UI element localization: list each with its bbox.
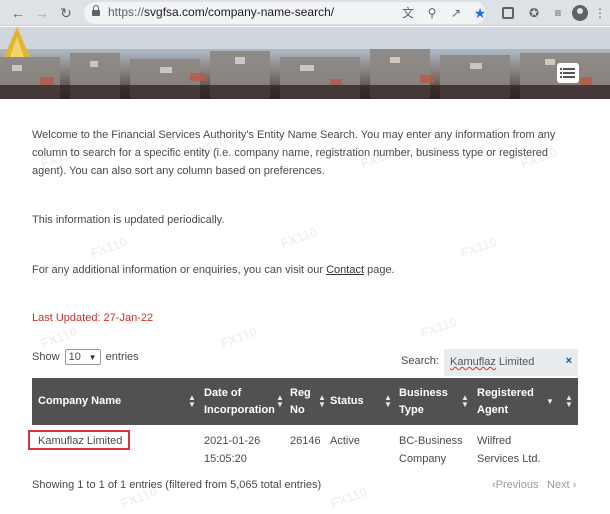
- watermark: FX110: [88, 234, 130, 261]
- city-skyline-image: [0, 27, 610, 99]
- browser-toolbar: ← → ↻ https://svgfsa.com/company-name-se…: [0, 0, 610, 26]
- contact-link[interactable]: Contact: [326, 264, 364, 276]
- watermark: FX110: [458, 234, 500, 261]
- page-size-value: 10: [68, 351, 81, 363]
- sort-icon[interactable]: ▲ ▼: [384, 394, 392, 409]
- col-reg-no[interactable]: Reg No: [290, 378, 318, 425]
- profile-icon[interactable]: [572, 5, 588, 21]
- table-info: Showing 1 to 1 of 1 entries (filtered fr…: [32, 479, 322, 491]
- col-company-name[interactable]: Company Name: [38, 378, 188, 425]
- page-size-select[interactable]: 10 ▼: [64, 349, 101, 365]
- sort-icon[interactable]: ▲ ▼: [318, 394, 326, 409]
- search-label: Search:: [401, 355, 439, 367]
- sort-icon[interactable]: ▲ ▼: [461, 394, 469, 409]
- col-status[interactable]: Status: [330, 378, 380, 425]
- cell-date: 2021-01-26 15:05:20: [204, 435, 261, 465]
- watermark: FX110: [278, 224, 320, 251]
- intro-paragraph: Welcome to the Financial Services Author…: [32, 129, 556, 177]
- watermark: FX110: [218, 324, 260, 351]
- sort-icon[interactable]: ▲ ▼: [565, 394, 573, 409]
- update-note: This information is updated periodically…: [32, 214, 225, 226]
- next-button[interactable]: Next ›: [547, 479, 576, 491]
- enquiry-paragraph: For any additional information or enquir…: [32, 261, 395, 279]
- search-input[interactable]: Kamuflaz Limited ×: [444, 349, 578, 376]
- translate-icon[interactable]: 文: [400, 5, 416, 21]
- watermark: FX110: [418, 314, 460, 341]
- show-label: Show: [32, 350, 60, 363]
- sort-desc-icon[interactable]: ▼: [546, 398, 554, 406]
- col-business-type[interactable]: Business Type: [399, 378, 459, 425]
- fsa-logo[interactable]: [0, 27, 34, 57]
- sort-icon[interactable]: ▲ ▼: [188, 394, 196, 409]
- col-date-of-incorporation[interactable]: Date of Incorporation: [204, 378, 276, 425]
- cell-reg-no: 26146: [290, 435, 321, 447]
- cell-status: Active: [330, 435, 360, 447]
- sort-icon[interactable]: ▲ ▼: [276, 394, 284, 409]
- cell-registered-agent: Wilfred Services Ltd.: [477, 435, 541, 465]
- show-entries: Show 10 ▼ entries: [32, 349, 139, 365]
- media-icon[interactable]: ≡: [550, 5, 566, 21]
- puzzle-icon[interactable]: ✪: [526, 5, 542, 21]
- lock-icon: [92, 5, 100, 17]
- table-header: Company Name ▲ ▼ Date of Incorporation ▲ ▼…: [32, 378, 578, 425]
- extension-icon[interactable]: [502, 7, 514, 19]
- bookmark-star-icon[interactable]: ★: [472, 5, 488, 21]
- last-updated: Last Updated: 27-Jan-22: [32, 312, 154, 324]
- enquiry-text: For any additional information or enquir…: [32, 264, 327, 276]
- cell-business-type: BC-Business Company: [399, 435, 463, 465]
- watermark: FX110: [38, 324, 80, 351]
- search-value: Kamuflaz Limited: [450, 356, 535, 368]
- share-icon[interactable]: ↗: [448, 5, 464, 21]
- zoom-icon[interactable]: ⚲: [424, 5, 440, 21]
- chevron-down-icon: ▼: [88, 353, 97, 362]
- forward-icon[interactable]: →: [34, 5, 50, 21]
- enquiry-suffix: page.: [364, 264, 395, 276]
- back-icon[interactable]: ←: [10, 5, 26, 21]
- col-registered-agent[interactable]: Registered Agent: [477, 378, 537, 425]
- watermark: FX110: [328, 484, 370, 511]
- hamburger-menu-icon[interactable]: [557, 63, 579, 83]
- previous-button[interactable]: ‹Previous: [492, 479, 538, 491]
- entries-label: entries: [105, 350, 139, 363]
- clear-search-icon[interactable]: ×: [566, 355, 572, 367]
- hero-banner: [0, 27, 610, 99]
- url-text: https://svgfsa.com/company-name-search/: [108, 5, 335, 19]
- reload-icon[interactable]: ↻: [58, 5, 74, 21]
- kebab-menu-icon[interactable]: ⋮: [594, 5, 606, 21]
- highlight-box: [28, 430, 130, 450]
